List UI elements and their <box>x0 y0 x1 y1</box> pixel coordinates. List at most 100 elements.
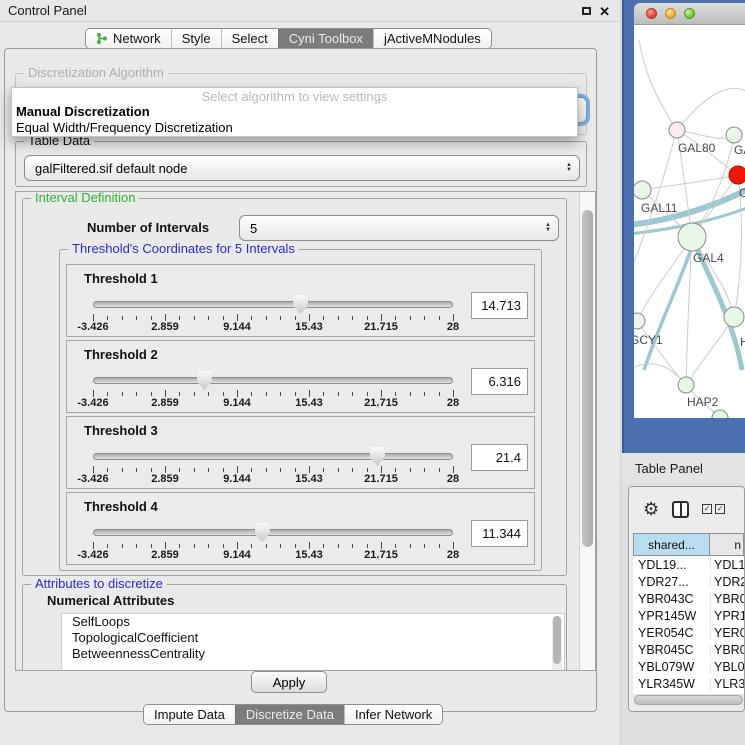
threshold-value-field[interactable]: 14.713 <box>471 292 528 319</box>
tab-impute-data[interactable]: Impute Data <box>144 705 235 724</box>
table-row[interactable]: YBR045CYBR0 <box>633 641 744 658</box>
slider-tick <box>453 314 454 321</box>
slider-tick <box>179 316 180 320</box>
tab-network[interactable]: Network <box>86 29 171 48</box>
slider-tick <box>295 544 296 548</box>
slider-tick <box>295 316 296 320</box>
mac-close-button[interactable] <box>646 8 657 19</box>
numerical-attributes-list[interactable]: SelfLoopsTopologicalCoefficientBetweenne… <box>61 613 565 671</box>
tab-infer-network[interactable]: Infer Network <box>344 705 442 724</box>
tab-jactivemnodules[interactable]: jActiveMNodules <box>373 29 491 48</box>
table-panel-title: Table Panel <box>635 461 703 476</box>
network-window-frame: GAL80GACGAL11GAL4GCY1HHAP2 <box>622 0 745 453</box>
column-header-name[interactable]: n <box>710 533 744 556</box>
tab-style[interactable]: Style <box>171 29 221 48</box>
network-node[interactable] <box>669 122 685 138</box>
settings-scrollpane: Interval Definition Number of Intervals … <box>15 191 596 671</box>
threshold-label: Threshold 2 <box>84 347 158 362</box>
slider-tick <box>309 542 310 549</box>
table-horizontal-scrollbar-thumb[interactable] <box>634 695 743 705</box>
tab-label: jActiveMNodules <box>384 31 481 46</box>
slider-tick <box>352 468 353 472</box>
table-horizontal-scrollbar[interactable] <box>633 694 744 707</box>
attribute-item[interactable]: TopologicalCoefficient <box>62 630 564 646</box>
slider-tick <box>367 316 368 320</box>
network-node[interactable] <box>712 410 728 418</box>
select-columns-icon[interactable]: ✓ ✓ <box>702 504 725 514</box>
column-header-shared-name[interactable]: shared... <box>633 533 710 556</box>
float-window-icon[interactable] <box>582 7 591 15</box>
threshold-slider-track[interactable] <box>93 453 453 460</box>
table-data-combobox[interactable]: galFiltered.sif default node ▲▼ <box>24 155 580 181</box>
threshold-label: Threshold 3 <box>84 423 158 438</box>
threshold-value-field[interactable]: 6.316 <box>471 368 528 395</box>
combo-stepper-icon: ▲▼ <box>566 163 572 173</box>
threshold-slider-track[interactable] <box>93 529 453 536</box>
slider-tick <box>410 544 411 548</box>
table-data-group: Table Data galFiltered.sif default node … <box>15 141 587 187</box>
network-node[interactable] <box>724 307 744 327</box>
split-columns-icon[interactable] <box>672 501 689 518</box>
control-panel-window: Control Panel ✕ NetworkStyleSelectCyni T… <box>0 0 621 745</box>
attributes-list-scrollbar[interactable] <box>552 616 562 671</box>
attribute-item[interactable]: SelfLoops <box>62 614 564 630</box>
network-node[interactable] <box>678 377 694 393</box>
table-row[interactable]: YER054CYER0 <box>633 624 744 641</box>
slider-scale-label: 9.144 <box>223 397 251 409</box>
tab-select[interactable]: Select <box>221 29 278 48</box>
num-intervals-combobox[interactable]: 5 ▲▼ <box>239 215 559 241</box>
bottom-tab-bar: Impute DataDiscretize DataInfer Network <box>143 704 443 725</box>
threshold-slider-thumb[interactable] <box>197 371 212 390</box>
mac-minimize-button[interactable] <box>665 8 676 19</box>
table-row[interactable]: YLR345WYLR3 <box>633 675 744 692</box>
table-row[interactable]: YBR043CYBR0 <box>633 590 744 607</box>
network-node[interactable] <box>634 313 645 329</box>
table-row[interactable]: YDR27...YDR2 <box>633 573 744 590</box>
settings-vertical-scrollbar[interactable] <box>579 192 595 670</box>
slider-tick <box>309 390 310 397</box>
tab-cyni-toolbox[interactable]: Cyni Toolbox <box>278 29 373 48</box>
algorithm-option[interactable]: Equal Width/Frequency Discretization <box>12 120 577 136</box>
slider-tick <box>424 468 425 472</box>
network-node[interactable] <box>634 181 651 199</box>
algorithm-option[interactable]: Manual Discretization <box>12 104 577 120</box>
window-title: Control Panel <box>8 3 87 18</box>
close-window-icon[interactable]: ✕ <box>599 5 610 18</box>
threshold-slider-thumb[interactable] <box>370 447 385 466</box>
table-row[interactable]: YDL19...YDL1 <box>633 556 744 573</box>
threshold-value-field[interactable]: 11.344 <box>471 520 528 547</box>
network-node-label: GAL80 <box>678 141 716 155</box>
mac-zoom-button[interactable] <box>684 8 695 19</box>
network-node[interactable] <box>678 223 706 251</box>
network-view-canvas[interactable]: GAL80GACGAL11GAL4GCY1HHAP2 <box>634 25 745 418</box>
threshold-slider-track[interactable] <box>93 301 453 308</box>
network-window-titlebar[interactable] <box>634 3 745 25</box>
slider-scale-label: 9.144 <box>223 473 251 485</box>
network-node[interactable] <box>729 166 745 184</box>
threshold-slider-thumb[interactable] <box>293 295 308 314</box>
slider-tick <box>395 316 396 320</box>
gear-icon[interactable]: ⚙ <box>643 500 659 518</box>
slider-tick <box>208 468 209 472</box>
slider-tick <box>323 392 324 396</box>
network-node-label: GAL4 <box>693 251 724 265</box>
apply-button[interactable]: Apply <box>251 671 327 693</box>
settings-vertical-scrollbar-thumb[interactable] <box>582 210 593 547</box>
slider-scale-label: 21.715 <box>364 549 398 561</box>
tab-discretize-data[interactable]: Discretize Data <box>235 705 344 724</box>
attributes-list-scrollbar-thumb[interactable] <box>553 616 561 664</box>
slider-tick <box>280 316 281 320</box>
slider-scale-label: 21.715 <box>364 321 398 333</box>
slider-tick <box>136 468 137 472</box>
threshold-panel: Threshold 2-3.4262.8599.14415.4321.71528… <box>66 340 535 413</box>
threshold-slider-track[interactable] <box>93 377 453 384</box>
table-row[interactable]: YPR145WYPR1 <box>633 607 744 624</box>
network-node[interactable] <box>726 127 742 143</box>
attribute-item[interactable]: BetweennessCentrality <box>62 646 564 662</box>
threshold-slider-thumb[interactable] <box>255 523 270 542</box>
slider-tick <box>410 316 411 320</box>
slider-scale-label: 28 <box>447 473 459 485</box>
threshold-value-field[interactable]: 21.4 <box>471 444 528 471</box>
table-row[interactable]: YBL079WYBL0 <box>633 658 744 675</box>
slider-tick <box>122 468 123 472</box>
